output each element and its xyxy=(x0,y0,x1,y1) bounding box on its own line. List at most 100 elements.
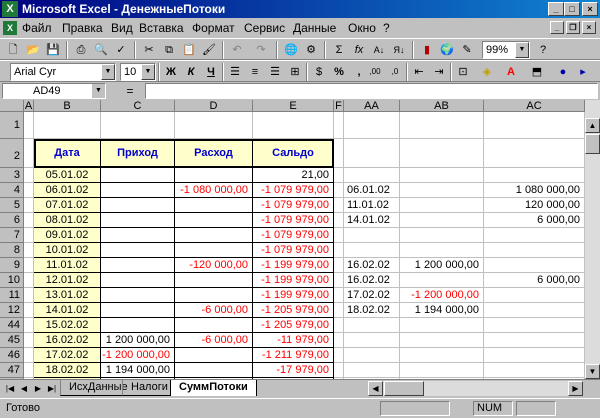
cell-aa44[interactable] xyxy=(344,318,400,333)
column-header-b[interactable]: B xyxy=(34,100,101,112)
cell-e9[interactable]: -1 199 979,00 xyxy=(253,258,334,273)
cell-d45[interactable]: -6 000,00 xyxy=(175,333,253,348)
cell-f3[interactable] xyxy=(334,168,344,183)
cell-ac6[interactable]: 6 000,00 xyxy=(484,213,585,228)
cell-a5[interactable] xyxy=(24,198,34,213)
cell-e11[interactable]: -1 199 979,00 xyxy=(253,288,334,303)
cell-f47[interactable] xyxy=(334,363,344,378)
cell-e3[interactable]: 21,00 xyxy=(253,168,334,183)
column-header-d[interactable]: D xyxy=(175,100,253,112)
open-icon[interactable]: 📂 xyxy=(24,41,42,59)
cell-aa12[interactable]: 18.02.02 xyxy=(344,303,400,318)
font-color-icon[interactable]: A xyxy=(502,63,520,81)
cell-d9[interactable]: -120 000,00 xyxy=(175,258,253,273)
cell-aa4[interactable]: 06.01.02 xyxy=(344,183,400,198)
cell-ac12[interactable] xyxy=(484,303,585,318)
align-center-icon[interactable]: ≡ xyxy=(246,63,264,81)
cell-ac47[interactable] xyxy=(484,363,585,378)
cell-d12[interactable]: -6 000,00 xyxy=(175,303,253,318)
currency-icon[interactable]: $ xyxy=(310,63,328,81)
next-sheet-button[interactable]: ▶ xyxy=(32,382,44,395)
row-header[interactable]: 12 xyxy=(0,303,24,318)
name-box[interactable]: AD49 ▼ xyxy=(2,83,106,99)
cell-ab5[interactable] xyxy=(400,198,484,213)
cell-aa7[interactable] xyxy=(344,228,400,243)
cell-c8[interactable] xyxy=(101,243,175,258)
cell-ab9[interactable]: 1 200 000,00 xyxy=(400,258,484,273)
scroll-up-button[interactable]: ▲ xyxy=(585,118,600,133)
underline-button[interactable]: Ч xyxy=(202,63,220,81)
cell-c1[interactable] xyxy=(101,112,175,139)
select-all-corner[interactable] xyxy=(0,100,24,112)
cell-d11[interactable] xyxy=(175,288,253,303)
decrease-decimal-button[interactable]: ,0 xyxy=(386,63,404,81)
cell-d6[interactable] xyxy=(175,213,253,228)
cell-a12[interactable] xyxy=(24,303,34,318)
cell-b11[interactable]: 13.01.02 xyxy=(34,288,101,303)
cell-aa1[interactable] xyxy=(344,112,400,139)
horizontal-scrollbar[interactable]: ◀ ▶ xyxy=(368,381,583,396)
scroll-left-button[interactable]: ◀ xyxy=(368,381,383,396)
align-left-icon[interactable]: ☰ xyxy=(226,63,244,81)
function-icon[interactable]: fx xyxy=(350,41,368,59)
last-sheet-button[interactable]: ▶| xyxy=(46,382,58,395)
cell-a3[interactable] xyxy=(24,168,34,183)
cell-a46[interactable] xyxy=(24,348,34,363)
undo-icon[interactable]: ↶ xyxy=(228,41,246,59)
cell-b46[interactable]: 17.02.02 xyxy=(34,348,101,363)
cell-d8[interactable] xyxy=(175,243,253,258)
menu-format[interactable]: Формат xyxy=(192,21,235,35)
menu-file[interactable]: Файл xyxy=(22,21,52,35)
cell-e10[interactable]: -1 199 979,00 xyxy=(253,273,334,288)
hyperlink-icon[interactable]: 🌐 xyxy=(282,41,300,59)
column-header-f[interactable]: F xyxy=(334,100,344,112)
row-header[interactable]: 4 xyxy=(0,183,24,198)
spelling-icon[interactable]: ✓ xyxy=(112,41,130,59)
cell-e6[interactable]: -1 079 979,00 xyxy=(253,213,334,228)
cell-b47[interactable]: 18.02.02 xyxy=(34,363,101,378)
cut-icon[interactable]: ✂ xyxy=(140,41,158,59)
bold-button[interactable]: Ж xyxy=(162,63,180,81)
cell-f9[interactable] xyxy=(334,258,344,273)
cell-f6[interactable] xyxy=(334,213,344,228)
cell-c4[interactable] xyxy=(101,183,175,198)
vertical-scrollbar[interactable]: ▲ ▼ xyxy=(585,100,600,379)
cell-f44[interactable] xyxy=(334,318,344,333)
column-title-date[interactable]: Дата xyxy=(34,139,101,168)
cell-e44[interactable]: -1 205 979,00 xyxy=(253,318,334,333)
cell-ab12[interactable]: 1 194 000,00 xyxy=(400,303,484,318)
column-header-a[interactable]: A xyxy=(24,100,34,112)
cell-aa11[interactable]: 17.02.02 xyxy=(344,288,400,303)
cell-c9[interactable] xyxy=(101,258,175,273)
drawing-icon[interactable]: ✎ xyxy=(458,41,476,59)
cell-e12[interactable]: -1 205 979,00 xyxy=(253,303,334,318)
borders-icon[interactable]: ⊡ xyxy=(454,63,472,81)
cell-b5[interactable]: 07.01.02 xyxy=(34,198,101,213)
toolbar-options-icon[interactable]: ⬒ xyxy=(528,63,546,81)
cell-ac9[interactable] xyxy=(484,258,585,273)
cell-ab10[interactable] xyxy=(400,273,484,288)
cell-aa46[interactable] xyxy=(344,348,400,363)
cell-ab47[interactable] xyxy=(400,363,484,378)
cell-e1[interactable] xyxy=(253,112,334,139)
menu-view[interactable]: Вид xyxy=(111,21,133,35)
cell-ac1[interactable] xyxy=(484,112,585,139)
cell-d5[interactable] xyxy=(175,198,253,213)
cell-d7[interactable] xyxy=(175,228,253,243)
menu-insert[interactable]: Вставка xyxy=(139,21,184,35)
chevron-down-icon[interactable]: ▼ xyxy=(515,42,529,58)
tab-summpotoki[interactable]: СуммПотоки xyxy=(170,380,257,396)
cell-ab6[interactable] xyxy=(400,213,484,228)
column-title-income[interactable]: Приход xyxy=(101,139,175,168)
cell-c10[interactable] xyxy=(101,273,175,288)
cell-e5[interactable]: -1 079 979,00 xyxy=(253,198,334,213)
autosum-icon[interactable]: Σ xyxy=(330,41,348,59)
cell-b10[interactable]: 12.01.02 xyxy=(34,273,101,288)
zoom-select[interactable]: 99% ▼ xyxy=(482,41,530,59)
cell-e7[interactable]: -1 079 979,00 xyxy=(253,228,334,243)
chevron-down-icon[interactable]: ▼ xyxy=(101,64,115,80)
menu-window[interactable]: Окно xyxy=(348,21,376,35)
cell-c46[interactable]: -1 200 000,00 xyxy=(101,348,175,363)
cell-b1[interactable] xyxy=(34,112,101,139)
font-size-select[interactable]: 10 ▼ xyxy=(120,63,156,81)
